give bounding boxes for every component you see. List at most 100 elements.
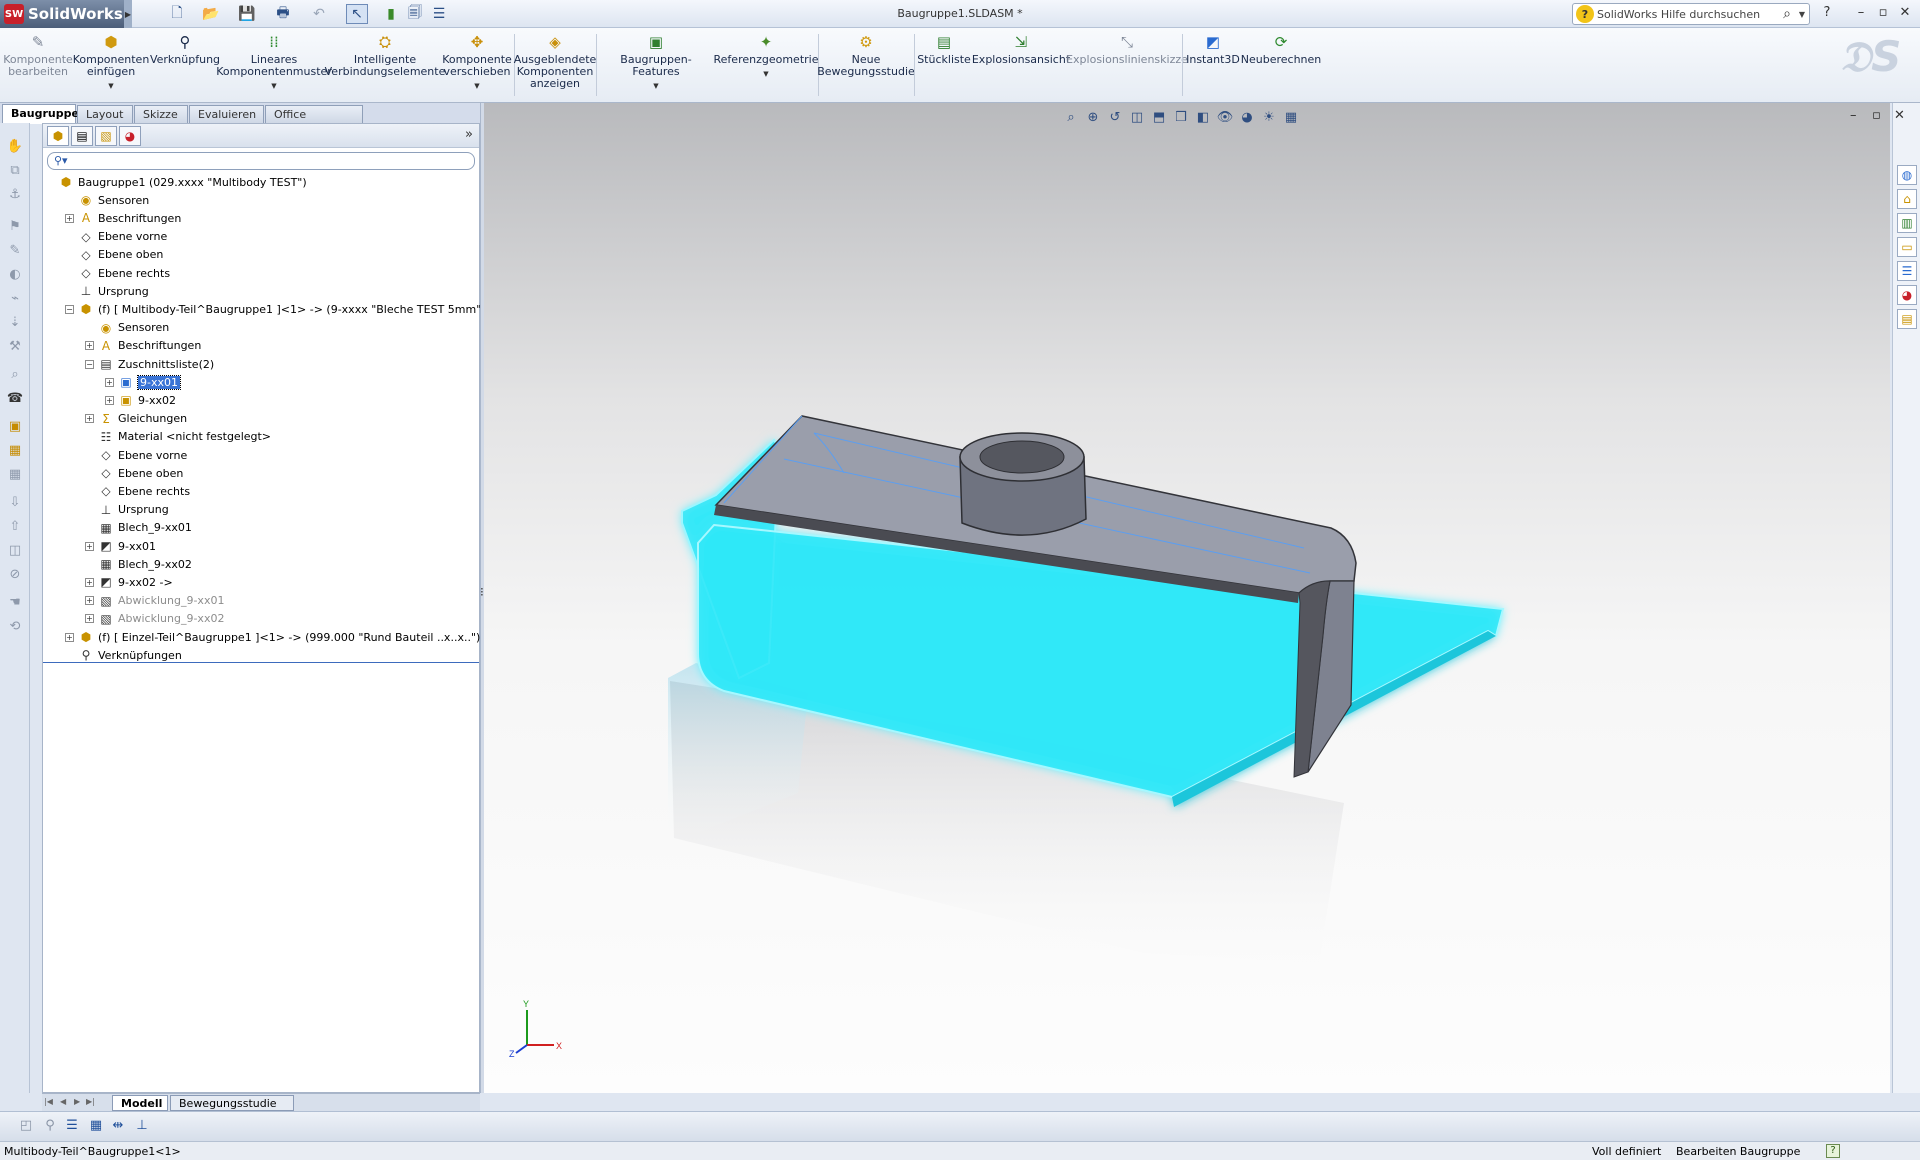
tree-item[interactable]: + ⬢ (f) [ Einzel-Teil^Baugruppe1 ]<1> -> (… xyxy=(65,628,480,646)
view-orientation-icon[interactable]: ❒ xyxy=(1170,110,1192,125)
menu-arrow-icon[interactable]: ▶ xyxy=(124,0,132,28)
show-hidden-components-button[interactable]: ◈ Ausgeblendete Komponenten anzeigen xyxy=(514,32,597,90)
print-icon[interactable]: 🖶 xyxy=(272,4,294,24)
tab-modell[interactable]: Modell xyxy=(112,1095,168,1111)
drop-icon[interactable]: ⇣ xyxy=(5,315,25,333)
section-view-icon[interactable]: ◫ xyxy=(1126,110,1148,125)
expand-panel-icon[interactable]: » xyxy=(465,127,473,142)
explode-line-sketch-button[interactable]: ⤡ Explosionslinienskizze xyxy=(1066,32,1188,66)
previous-view-icon[interactable]: ↺ xyxy=(1104,110,1126,125)
chevron-down-icon[interactable]: ▼ xyxy=(474,80,479,92)
graphics-area[interactable]: Y X Z xyxy=(484,103,1890,1093)
instant3d-button[interactable]: ◩ Instant3D xyxy=(1186,32,1240,66)
tab-office-produkte[interactable]: Office Produkte xyxy=(265,105,363,134)
rebuild-traffic-light-icon[interactable]: ▮ xyxy=(380,4,402,24)
viewport-minimize-icon[interactable]: – xyxy=(1850,108,1857,123)
align-down-icon[interactable]: ⇩ xyxy=(5,495,25,513)
select-arrow-icon[interactable]: ↖ xyxy=(346,4,368,24)
pipe-icon[interactable]: ⌁ xyxy=(5,291,25,309)
stop-icon[interactable]: ⊘ xyxy=(5,567,25,585)
tree-item[interactable]: + ▧ Abwicklung_9-xx01 xyxy=(85,592,224,610)
tree-item[interactable]: ⊥ Ursprung xyxy=(65,282,149,300)
expand-icon[interactable]: + xyxy=(85,596,94,606)
design-library-icon[interactable]: ⌂ xyxy=(1897,189,1917,209)
section-icon[interactable]: ◫ xyxy=(5,543,25,561)
last-tab-icon[interactable]: ▶| xyxy=(86,1097,95,1106)
minimize-window-icon[interactable]: – xyxy=(1852,5,1870,23)
expand-icon[interactable]: + xyxy=(85,614,94,624)
hide-show-items-icon[interactable]: 👁 xyxy=(1214,110,1236,125)
viewport-close-icon[interactable]: ✕ xyxy=(1894,108,1905,123)
tree-item[interactable]: + A Beschriftungen xyxy=(85,337,201,355)
exploded-view-button[interactable]: ⇲ Explosionsansicht xyxy=(972,32,1070,66)
smart-fasteners-button[interactable]: ⛭ Intelligente Verbindungselemente xyxy=(325,32,446,78)
mate-button[interactable]: ⚲ Verknüpfung xyxy=(150,32,220,66)
tree-item[interactable]: ◇ Ebene rechts xyxy=(65,264,170,282)
view-palette-icon[interactable]: ☰ xyxy=(1897,261,1917,281)
tab-baugruppe[interactable]: Baugruppe xyxy=(2,104,79,124)
new-document-icon[interactable]: 🗋 xyxy=(166,4,188,24)
next-tab-icon[interactable]: ▶ xyxy=(74,1097,80,1106)
tree-item[interactable]: + ▣ 9-xx01 xyxy=(105,373,181,391)
restore-window-icon[interactable]: ▫ xyxy=(1874,5,1892,23)
expand-icon[interactable]: + xyxy=(65,213,74,223)
dynamic-annotation-icon[interactable]: ⬒ xyxy=(1148,110,1170,125)
tree-item[interactable]: ◇ Ebene rechts xyxy=(85,482,190,500)
hand-grab-icon[interactable]: ☚ xyxy=(5,595,25,613)
tree-filter-input[interactable]: ⚲▾ xyxy=(47,152,475,170)
property-manager-tab-icon[interactable]: ▤ xyxy=(71,126,93,146)
hook-icon[interactable]: ⚓ xyxy=(5,187,25,205)
mate-reference-icon[interactable]: ⚲ xyxy=(40,1118,60,1136)
tree-item[interactable]: + Σ Gleichungen xyxy=(85,410,187,428)
edit-component-button[interactable]: ✎ Komponente bearbeiten xyxy=(3,32,73,78)
tree-item[interactable]: + ▣ 9-xx02 xyxy=(105,391,176,409)
configuration-icon[interactable]: ▦ xyxy=(5,443,25,461)
tree-item[interactable]: ⬢ Baugruppe1 (029.xxxx "Multibody TEST") xyxy=(45,173,307,191)
tree-item[interactable]: + ◩ 9-xx01 xyxy=(85,537,156,555)
tree-item[interactable]: ⊥ Ursprung xyxy=(85,501,169,519)
expand-icon[interactable]: + xyxy=(85,541,94,551)
display-style-icon[interactable]: ◧ xyxy=(1192,110,1214,125)
tree-item[interactable]: ◉ Sensoren xyxy=(85,319,169,337)
expand-icon[interactable]: + xyxy=(85,341,94,351)
chevron-down-icon[interactable]: ▼ xyxy=(653,80,658,92)
chevron-down-icon[interactable]: ▼ xyxy=(271,80,276,92)
tree-item[interactable]: ◇ Ebene vorne xyxy=(85,446,187,464)
viewport-restore-icon[interactable]: ▫ xyxy=(1872,108,1881,123)
phone-icon[interactable]: ☎ xyxy=(5,391,25,409)
help-menu-icon[interactable]: ? xyxy=(1818,5,1836,23)
search-icon[interactable]: ⌕ xyxy=(1783,6,1791,22)
tree-item[interactable]: ◇ Ebene vorne xyxy=(65,228,167,246)
linear-pattern-button[interactable]: ⁞⁞ Lineares Komponentenmuster ▼ xyxy=(216,32,332,92)
expand-icon[interactable]: + xyxy=(85,577,94,587)
table-icon[interactable]: ▦ xyxy=(86,1118,106,1136)
tree-item[interactable]: + ◩ 9-xx02 -> xyxy=(85,573,173,591)
first-tab-icon[interactable]: |◀ xyxy=(44,1097,53,1106)
sketch-icon[interactable]: ✎ xyxy=(5,243,25,261)
tree-item[interactable]: ☷ Material <nicht festgelegt> xyxy=(85,428,271,446)
folder-icon[interactable]: ▭ xyxy=(1897,237,1917,257)
collapse-icon[interactable]: − xyxy=(85,359,94,369)
expand-icon[interactable]: + xyxy=(85,414,94,424)
help-search-input[interactable]: ? SolidWorks Hilfe durchsuchen ⌕ ▼ xyxy=(1572,3,1810,25)
save-icon[interactable]: 💾 xyxy=(236,4,258,24)
tree-item[interactable]: ▦ Blech_9-xx01 xyxy=(85,519,192,537)
wrench-icon[interactable]: ⚒ xyxy=(5,339,25,357)
rebuild-button[interactable]: ⟳ Neuberechnen xyxy=(1241,32,1322,66)
axis-icon[interactable]: ⊥ xyxy=(132,1118,152,1136)
collapse-icon[interactable]: − xyxy=(65,304,74,314)
align-up-icon[interactable]: ⇧ xyxy=(5,519,25,537)
pan-icon[interactable]: ✋ xyxy=(5,139,25,157)
close-window-icon[interactable]: ✕ xyxy=(1896,5,1914,23)
zoom-to-area-icon[interactable]: ⊕ xyxy=(1082,110,1104,125)
sweep-icon[interactable]: ⟲ xyxy=(5,619,25,637)
quick-tips-icon[interactable]: ? xyxy=(1826,1144,1840,1158)
display-manager-tab-icon[interactable]: ◕ xyxy=(119,126,141,146)
tab-skizze[interactable]: Skizze xyxy=(134,105,188,123)
expand-icon[interactable]: + xyxy=(105,395,114,405)
magnifier-icon[interactable]: ⌕ xyxy=(5,367,25,385)
chevron-down-icon[interactable]: ▼ xyxy=(1799,10,1805,19)
expand-icon[interactable]: + xyxy=(65,632,74,642)
assembly-features-button[interactable]: ▣ Baugruppen-Features ▼ xyxy=(600,32,712,92)
tree-item[interactable]: ◇ Ebene oben xyxy=(85,464,183,482)
